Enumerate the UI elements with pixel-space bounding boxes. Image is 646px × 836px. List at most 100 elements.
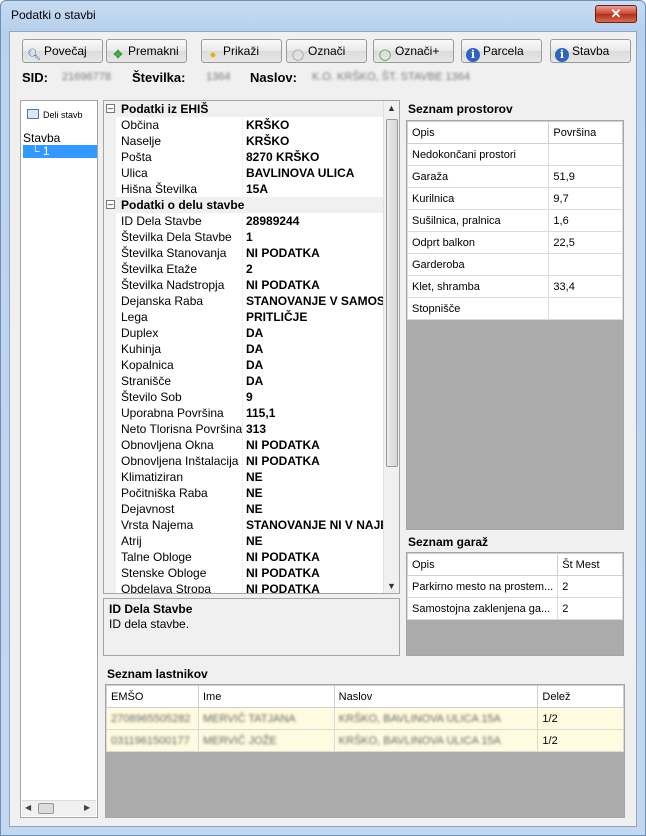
property-row[interactable]: Vrsta Najema STANOVANJE NI V NAJEMU	[104, 517, 384, 533]
mark-plus-button[interactable]: ◯ Označi+	[373, 39, 454, 63]
property-row[interactable]: Pošta 8270 KRŠKO	[104, 149, 384, 165]
table-cell: 1/2	[537, 707, 624, 730]
property-row[interactable]: Uporabna Površina 115,1	[104, 405, 384, 421]
building-parts-tree[interactable]: Deli stavb Stavba └ 1 ◀ ▶	[20, 100, 98, 818]
owners-table[interactable]: EMŠO Ime Naslov Delež 2708965505282 MERVIČ TA…	[105, 684, 625, 818]
table-row[interactable]: Sušilnica, pralnica 1,6	[407, 209, 623, 232]
tree-node-part-1[interactable]: └ 1	[23, 145, 97, 158]
table-row[interactable]: 0311961500177 MERVIČ JOŽE KRŠKO, BAVLINOVA…	[106, 729, 624, 752]
property-row[interactable]: Stranišče DA	[104, 373, 384, 389]
property-row[interactable]: Število Sob 9	[104, 389, 384, 405]
address-label: Naslov:	[250, 70, 297, 85]
property-row[interactable]: Dejanska Raba STANOVANJE V SAMOSTOJNI STA…	[104, 293, 384, 309]
column-header[interactable]: Opis	[407, 553, 559, 576]
property-grid[interactable]: – Podatki iz EHIŠ Občina KRŠKO Naselje KRŠKO P…	[103, 100, 400, 594]
tree-node-building[interactable]: Stavba	[23, 131, 60, 145]
property-row[interactable]: Številka Etaže 2	[104, 261, 384, 277]
table-row[interactable]: Stopnišče	[407, 297, 623, 320]
property-row[interactable]: Občina KRŠKO	[104, 117, 384, 133]
property-value: DA	[246, 358, 264, 372]
property-value: NI PODATKA	[246, 566, 320, 580]
table-row[interactable]: Garaža 51,9	[407, 165, 623, 188]
table-row[interactable]: Parkirno mesto na prostem... 2	[407, 575, 623, 598]
vertical-scrollbar[interactable]: ▲ ▼	[383, 101, 399, 593]
table-row[interactable]: Klet, shramba 33,4	[407, 275, 623, 298]
property-row[interactable]: Počitniška Raba NE	[104, 485, 384, 501]
property-row[interactable]: Klimatiziran NE	[104, 469, 384, 485]
garages-table[interactable]: Opis Št Mest Parkirno mesto na prostem... 2…	[406, 552, 624, 656]
building-button[interactable]: i Stavba	[550, 39, 631, 63]
scroll-thumb[interactable]	[386, 119, 398, 467]
column-header[interactable]: Ime	[197, 685, 335, 708]
table-row[interactable]: Nedokončani prostori	[407, 143, 623, 166]
property-row[interactable]: Lega PRITLIČJE	[104, 309, 384, 325]
scroll-thumb[interactable]	[38, 803, 54, 814]
category-building-part[interactable]: – Podatki o delu stavbe	[104, 197, 384, 213]
column-header[interactable]: Površina	[548, 121, 623, 144]
property-row[interactable]: Številka Dela Stavbe 1	[104, 229, 384, 245]
property-row[interactable]: Obnovljena Inštalacija NI PODATKA	[104, 453, 384, 469]
property-row[interactable]: Neto Tlorisna Površina 313	[104, 421, 384, 437]
property-value: PRITLIČJE	[246, 310, 308, 324]
zoom-button[interactable]: 🔍︎ Povečaj	[22, 39, 103, 63]
table-cell: 2	[557, 597, 623, 620]
property-value: 8270 KRŠKO	[246, 150, 320, 164]
property-row[interactable]: Obdelava Stropa NI PODATKA	[104, 581, 384, 594]
property-row[interactable]: Talne Obloge NI PODATKA	[104, 549, 384, 565]
column-header[interactable]: EMŠO	[106, 685, 199, 708]
table-row[interactable]: Samostojna zaklenjena ga... 2	[407, 597, 623, 620]
property-row[interactable]: Atrij NE	[104, 533, 384, 549]
scroll-up-icon[interactable]: ▲	[387, 103, 396, 113]
property-value: 28989244	[246, 214, 300, 228]
collapse-icon[interactable]: –	[106, 104, 115, 113]
table-row[interactable]: Garderoba	[407, 253, 623, 276]
close-button[interactable]: ✕	[595, 5, 637, 23]
horizontal-scrollbar[interactable]: ◀ ▶	[22, 800, 96, 816]
property-row[interactable]: Številka Stanovanja NI PODATKA	[104, 245, 384, 261]
column-header[interactable]: Št Mest	[557, 553, 623, 576]
property-name: Obnovljena Okna	[121, 438, 214, 452]
magnifier-icon: 🔍︎	[27, 49, 41, 61]
property-row[interactable]: Kuhinja DA	[104, 341, 384, 357]
rooms-table[interactable]: Opis Površina Nedokončani prostori Garaža 51…	[406, 120, 624, 530]
table-cell: 1,6	[548, 209, 623, 232]
table-cell	[548, 253, 623, 276]
property-name: Dejanska Raba	[121, 294, 204, 308]
building-parts-button[interactable]: Deli stavb	[24, 105, 94, 125]
parcel-button[interactable]: i Parcela	[461, 39, 542, 63]
property-row[interactable]: Duplex DA	[104, 325, 384, 341]
table-row[interactable]: 2708965505282 MERVIČ TATJANA KRŠKO, BAVLIN…	[106, 707, 624, 730]
scroll-right-icon[interactable]: ▶	[84, 803, 90, 812]
mark-button[interactable]: ◯ Označi	[286, 39, 367, 63]
property-row[interactable]: ID Dela Stavbe 28989244	[104, 213, 384, 229]
property-row[interactable]: Obnovljena Okna NI PODATKA	[104, 437, 384, 453]
show-button[interactable]: ● Prikaži	[201, 39, 282, 63]
column-header[interactable]: Opis	[407, 121, 550, 144]
table-row[interactable]: Odprt balkon 22,5	[407, 231, 623, 254]
table-cell: 2708965505282	[106, 707, 199, 730]
property-value: NI PODATKA	[246, 454, 320, 468]
property-value: NE	[246, 470, 263, 484]
title-bar[interactable]: Podatki o stavbi ✕	[1, 1, 645, 29]
property-row[interactable]: Dejavnost NE	[104, 501, 384, 517]
column-header[interactable]: Delež	[537, 685, 624, 708]
property-value: KRŠKO	[246, 134, 290, 148]
table-cell: MERVIČ TATJANA	[197, 707, 335, 730]
window-title: Podatki o stavbi	[11, 8, 96, 22]
property-name: Število Sob	[121, 390, 182, 404]
info-icon: i	[466, 48, 480, 62]
property-row[interactable]: Naselje KRŠKO	[104, 133, 384, 149]
category-ehis[interactable]: – Podatki iz EHIŠ	[104, 101, 384, 117]
collapse-icon[interactable]: –	[106, 200, 115, 209]
property-row[interactable]: Ulica BAVLINOVA ULICA	[104, 165, 384, 181]
property-row[interactable]: Hišna Številka 15A	[104, 181, 384, 197]
scroll-left-icon[interactable]: ◀	[25, 803, 31, 812]
scroll-down-icon[interactable]: ▼	[387, 581, 396, 591]
table-row[interactable]: Kurilnica 9,7	[407, 187, 623, 210]
column-header[interactable]: Naslov	[333, 685, 539, 708]
property-name: Obdelava Stropa	[121, 582, 212, 594]
pan-button[interactable]: ✥ Premakni	[106, 39, 187, 63]
property-row[interactable]: Številka Nadstropja NI PODATKA	[104, 277, 384, 293]
property-row[interactable]: Kopalnica DA	[104, 357, 384, 373]
property-row[interactable]: Stenske Obloge NI PODATKA	[104, 565, 384, 581]
